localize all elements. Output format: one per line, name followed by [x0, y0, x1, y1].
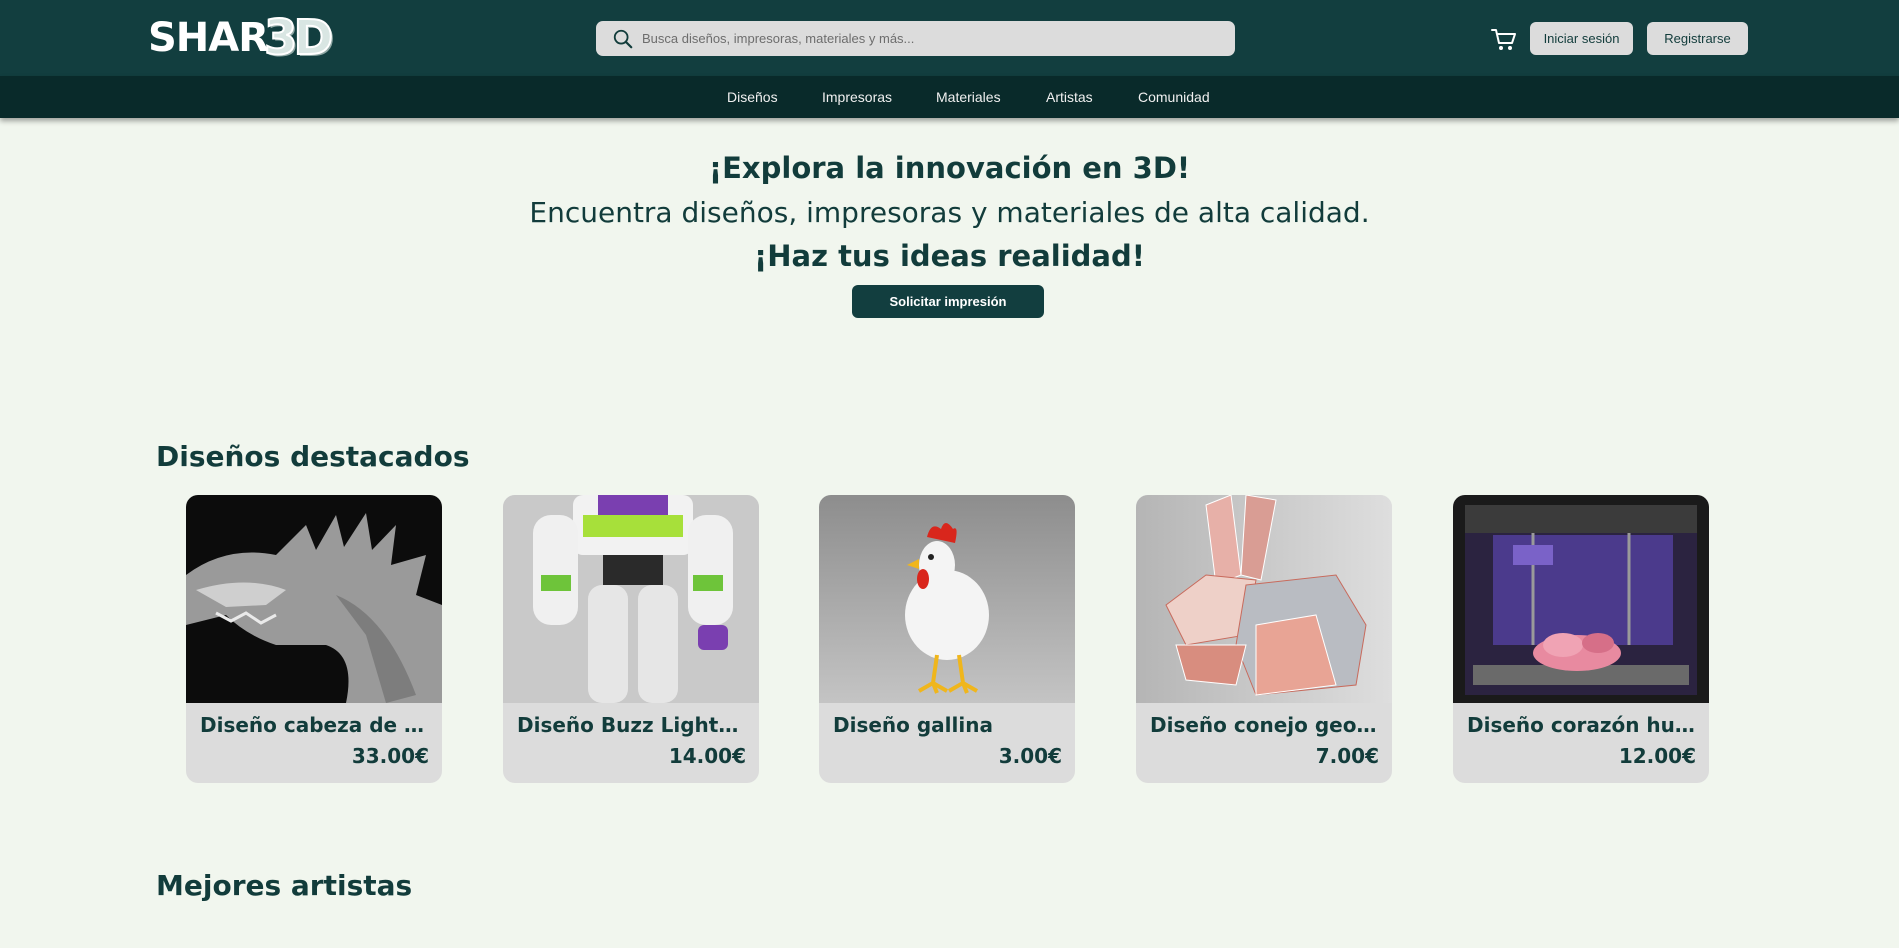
register-button[interactable]: Registrarse [1647, 22, 1748, 55]
design-card-title: Diseño corazón humano [1467, 713, 1699, 737]
design-card[interactable]: Diseño cabeza de dragón 33.00€ [186, 495, 442, 783]
design-card-price: 3.00€ [998, 744, 1062, 768]
design-card-title: Diseño cabeza de dragón [200, 713, 432, 737]
request-print-button[interactable]: Solicitar impresión [852, 285, 1044, 318]
dragon-head-image [186, 495, 442, 703]
design-card[interactable]: Diseño corazón humano 12.00€ [1453, 495, 1709, 783]
hero-title: ¡Explora la innovación en 3D! [708, 151, 1191, 185]
site-logo[interactable]: SHAR 3D [148, 9, 334, 67]
human-heart-print-image [1453, 495, 1709, 703]
main-nav: Diseños Impresoras Materiales Artistas C… [0, 76, 1899, 118]
design-card[interactable]: Diseño gallina 3.00€ [819, 495, 1075, 783]
nav-item-artistas[interactable]: Artistas [1046, 89, 1093, 105]
chicken-image [819, 495, 1075, 703]
design-card[interactable]: Diseño Buzz Lightyear 14.00€ [503, 495, 759, 783]
design-card-title: Diseño gallina [833, 713, 993, 737]
featured-designs-title: Diseños destacados [156, 440, 470, 473]
login-button[interactable]: Iniciar sesión [1530, 22, 1633, 55]
nav-item-comunidad[interactable]: Comunidad [1138, 89, 1210, 105]
hero-subtitle: Encuentra diseños, impresoras y material… [529, 196, 1370, 229]
design-card-price: 7.00€ [1315, 744, 1379, 768]
buzz-lightyear-image [503, 495, 759, 703]
cart-icon[interactable] [1490, 26, 1518, 52]
search-bar[interactable] [596, 21, 1235, 56]
design-card[interactable]: Diseño conejo geométrico 7.00€ [1136, 495, 1392, 783]
hero-tagline: ¡Haz tus ideas realidad! [754, 239, 1145, 273]
best-artists-title: Mejores artistas [156, 869, 413, 902]
design-card-title: Diseño conejo geométrico [1150, 713, 1382, 737]
design-card-price: 14.00€ [668, 744, 746, 768]
nav-item-impresoras[interactable]: Impresoras [822, 89, 892, 105]
logo-text: SHAR [148, 15, 269, 61]
logo-3d-mark: 3D [263, 9, 334, 67]
top-header: SHAR 3D Iniciar sesión Registrarse [0, 0, 1899, 76]
search-input[interactable] [642, 23, 1222, 54]
nav-item-disenos[interactable]: Diseños [727, 89, 778, 105]
search-icon [613, 29, 633, 48]
nav-item-materiales[interactable]: Materiales [936, 89, 1001, 105]
design-card-price: 12.00€ [1618, 744, 1696, 768]
design-card-price: 33.00€ [351, 744, 429, 768]
design-card-title: Diseño Buzz Lightyear [517, 713, 749, 737]
geometric-rabbit-image [1136, 495, 1392, 703]
